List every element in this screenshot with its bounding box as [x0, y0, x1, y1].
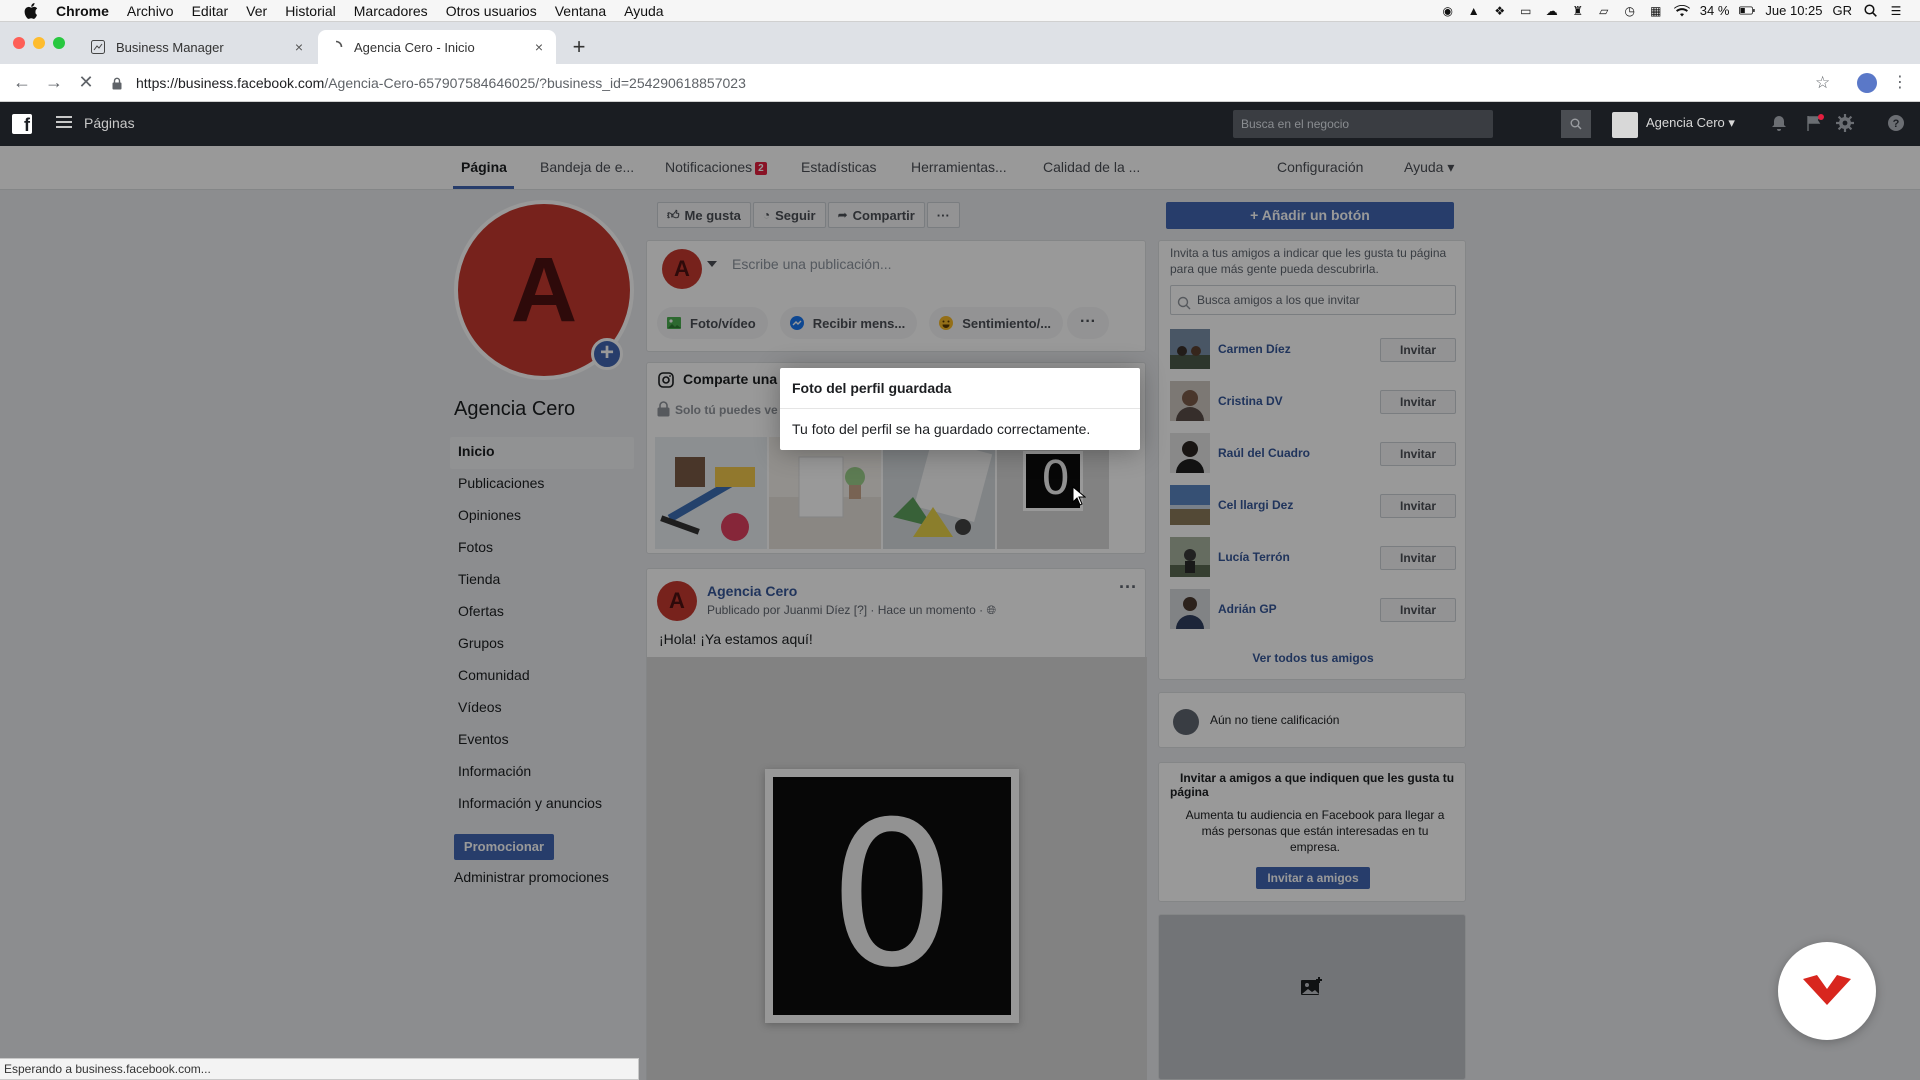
spotlight-icon[interactable] — [1862, 4, 1878, 17]
svg-text:?: ? — [1893, 118, 1900, 130]
url-host: https://business.facebook.com — [136, 75, 325, 91]
window-close-button[interactable] — [13, 37, 25, 49]
menu-app-chrome[interactable]: Chrome — [56, 3, 109, 19]
apple-icon[interactable] — [20, 2, 42, 19]
menu-ventana[interactable]: Ventana — [555, 3, 606, 19]
display-icon[interactable]: ▭ — [1518, 4, 1534, 18]
tab-business-manager[interactable]: Business Manager × — [80, 30, 316, 64]
gear-icon[interactable] — [1836, 114, 1856, 134]
flag-icon[interactable] — [1805, 114, 1825, 134]
dialog-divider — [780, 408, 1140, 409]
wifi-icon[interactable] — [1673, 4, 1690, 17]
window-minimize-button[interactable] — [33, 37, 45, 49]
browser-toolbar: ← → ✕ https://business.facebook.com/Agen… — [0, 64, 1920, 102]
bell-icon[interactable] — [1770, 114, 1790, 134]
notification-center-icon[interactable]: ☰ — [1888, 4, 1904, 18]
new-tab-button[interactable]: + — [568, 34, 590, 60]
address-bar[interactable]: https://business.facebook.com/Agencia-Ce… — [112, 69, 1812, 97]
business-manager-favicon-icon — [90, 39, 106, 55]
cloud-icon[interactable]: ☁ — [1544, 4, 1560, 18]
facebook-top-bar: f Páginas Busca en el negocio Agencia Ce… — [0, 102, 1920, 146]
help-icon[interactable]: ? — [1887, 114, 1907, 134]
menu-ayuda[interactable]: Ayuda — [624, 3, 663, 19]
battery-percent: 34 % — [1699, 3, 1730, 18]
business-name: Agencia Cero — [1646, 115, 1725, 130]
mouse-cursor-icon — [1072, 485, 1087, 506]
menu-editar[interactable]: Editar — [192, 3, 229, 19]
facebook-logo-icon[interactable]: f — [12, 114, 32, 135]
adobe-icon[interactable]: ▲ — [1466, 4, 1482, 18]
business-search-input[interactable]: Busca en el negocio — [1233, 110, 1493, 138]
time-machine-icon[interactable]: ◷ — [1622, 4, 1638, 18]
profile-photo-saved-dialog: Foto del perfil guardada Tu foto del per… — [780, 368, 1140, 450]
chrome-menu-icon[interactable]: ⋮ — [1892, 72, 1908, 94]
profile-avatar[interactable] — [1857, 73, 1877, 93]
lock-icon[interactable] — [112, 77, 126, 90]
menu-historial[interactable]: Historial — [285, 3, 336, 19]
menu-bar-status-area: ◉ ▲ ❖ ▭ ☁ ♜ ▱ ◷ ▦ 34 % Jue 10:25 GR ☰ — [1440, 3, 1904, 18]
tab-close-icon[interactable]: × — [290, 39, 308, 55]
macos-menu-bar: Chrome Archivo Editar Ver Historial Marc… — [0, 0, 1920, 22]
user-initials[interactable]: GR — [1833, 3, 1853, 18]
search-icon[interactable] — [1561, 110, 1591, 138]
window-zoom-button[interactable] — [53, 37, 65, 49]
back-icon[interactable]: ← — [10, 71, 34, 95]
tab-title: Agencia Cero - Inicio — [354, 39, 475, 55]
business-switcher[interactable]: Agencia Cero ▾ — [1646, 115, 1735, 131]
dropbox-icon[interactable]: ❖ — [1492, 4, 1508, 18]
business-avatar[interactable] — [1612, 112, 1638, 138]
clock[interactable]: Jue 10:25 — [1765, 3, 1822, 18]
record-icon[interactable]: ◉ — [1440, 4, 1456, 18]
stop-loading-icon[interactable]: ✕ — [74, 71, 98, 95]
menu-otros-usuarios[interactable]: Otros usuarios — [446, 3, 537, 19]
browser-tab-strip: Business Manager × Agencia Cero - Inicio… — [0, 22, 1920, 64]
dialog-title: Foto del perfil guardada — [792, 380, 952, 396]
url-path: /Agencia-Cero-657907584646025/?business_… — [324, 75, 746, 91]
airplay-icon[interactable]: ▱ — [1596, 4, 1612, 18]
brand-logo-button[interactable] — [1778, 942, 1876, 1040]
loading-spinner-icon — [328, 39, 344, 55]
battery-icon[interactable] — [1739, 4, 1756, 17]
modal-backdrop[interactable] — [0, 146, 1920, 1080]
hamburger-menu-icon[interactable] — [56, 115, 74, 133]
keyboard-icon[interactable]: ▦ — [1648, 4, 1664, 18]
dialog-body: Tu foto del perfil se ha guardado correc… — [792, 421, 1091, 437]
tab-agencia-cero[interactable]: Agencia Cero - Inicio × — [318, 30, 556, 64]
menu-archivo[interactable]: Archivo — [127, 3, 174, 19]
browser-status-bar: Esperando a business.facebook.com... — [0, 1058, 639, 1080]
binoculars-icon[interactable]: ♜ — [1570, 4, 1586, 18]
bookmark-star-icon[interactable]: ☆ — [1815, 73, 1835, 93]
menu-marcadores[interactable]: Marcadores — [354, 3, 428, 19]
menu-ver[interactable]: Ver — [246, 3, 267, 19]
tab-close-icon[interactable]: × — [530, 39, 548, 55]
tab-title: Business Manager — [116, 39, 224, 55]
brand-logo-icon — [1801, 973, 1853, 1010]
forward-icon[interactable]: → — [42, 71, 66, 95]
section-title[interactable]: Páginas — [84, 115, 135, 131]
